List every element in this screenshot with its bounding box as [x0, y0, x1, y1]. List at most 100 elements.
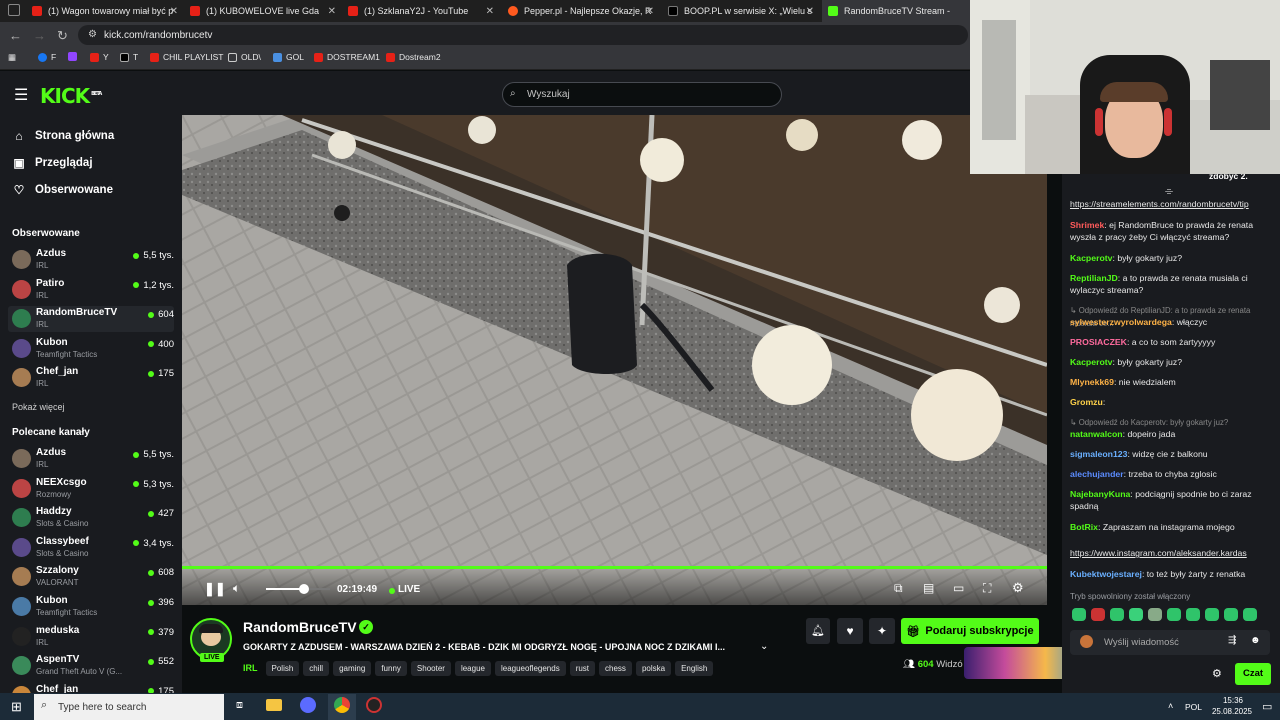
- channel-item[interactable]: Haddzy Slots & Casino 427: [8, 505, 174, 531]
- tag-chip[interactable]: English: [675, 661, 714, 676]
- close-icon[interactable]: ✕: [806, 6, 814, 17]
- bookmark-y[interactable]: Y: [90, 52, 109, 62]
- channel-item[interactable]: RandomBruceTV IRL 604: [8, 306, 174, 333]
- chat-username[interactable]: sigmaleon123: [1070, 449, 1127, 459]
- chevron-down-icon[interactable]: ⌄: [760, 641, 768, 652]
- tag-chip[interactable]: funny: [375, 661, 407, 676]
- channel-item[interactable]: Patiro IRL 1,2 tys.: [8, 277, 174, 303]
- emote-icon[interactable]: [1205, 608, 1219, 621]
- nav-home[interactable]: ⌂ Strona główna: [12, 129, 114, 143]
- nav-browse[interactable]: ▣ Przeglądaj: [12, 156, 92, 170]
- channel-item[interactable]: meduska IRL 379: [8, 624, 174, 650]
- menu-icon[interactable]: ☰: [14, 85, 28, 105]
- category-link[interactable]: IRL: [243, 663, 258, 673]
- theater-icon[interactable]: ▭: [953, 581, 964, 595]
- chat-username[interactable]: Kacperotv: [1070, 357, 1113, 367]
- emote-icon[interactable]: [1224, 608, 1238, 621]
- chat-username[interactable]: Kubektwojestarej: [1070, 569, 1142, 579]
- emote-icon[interactable]: [1243, 608, 1257, 621]
- kick-logo[interactable]: KICK BETA: [40, 84, 102, 108]
- channel-item[interactable]: NEEXcsgo Rozmowy 5,3 tys.: [8, 476, 174, 502]
- bell-icon[interactable]: 🔔︎: [806, 618, 830, 644]
- browser-tab-4[interactable]: Pepper.pl - Najlepsze Okazje, R ✕: [502, 0, 660, 22]
- close-icon[interactable]: ✕: [486, 6, 494, 17]
- settings-icon[interactable]: ⚙: [1012, 580, 1024, 596]
- emote-icon[interactable]: [1072, 608, 1086, 621]
- emote-icon[interactable]: [1148, 608, 1162, 621]
- chat-username[interactable]: Gromzu: [1070, 397, 1103, 407]
- chat-link[interactable]: https://streamelements.com/randombrucetv…: [1070, 199, 1249, 209]
- close-icon[interactable]: ✕: [646, 6, 654, 17]
- close-icon[interactable]: ✕: [170, 6, 178, 17]
- emote-icon[interactable]: [1129, 608, 1143, 621]
- chat-link[interactable]: https://www.instagram.com/aleksander.kar…: [1070, 548, 1247, 558]
- reload-icon[interactable]: ↻: [57, 28, 68, 44]
- bookmark-old[interactable]: OLD\: [228, 52, 261, 62]
- chat-username[interactable]: ReptilianJD: [1070, 273, 1118, 283]
- chat-username[interactable]: NajebanyKuna: [1070, 489, 1130, 499]
- close-icon[interactable]: ✕: [328, 6, 336, 17]
- forward-icon[interactable]: →: [33, 28, 46, 43]
- emote-icon[interactable]: [1167, 608, 1181, 621]
- emoji-icon[interactable]: ☻: [1250, 635, 1261, 646]
- bookmark-dostream2[interactable]: Dostream2: [386, 52, 441, 62]
- discord-icon[interactable]: [300, 697, 316, 713]
- chat-username[interactable]: alechujander: [1070, 469, 1124, 479]
- clip-icon[interactable]: ▤: [923, 581, 934, 595]
- tag-chip[interactable]: chill: [303, 661, 330, 676]
- video-player[interactable]: [182, 115, 1047, 605]
- channel-item[interactable]: Azdus IRL 5,5 tys.: [8, 446, 174, 472]
- chat-input[interactable]: Wyślij wiadomość: [1070, 630, 1270, 655]
- browser-tab-6[interactable]: RandomBruceTV Stream -: [822, 0, 970, 22]
- tag-chip[interactable]: league: [454, 661, 491, 676]
- tab-search-icon[interactable]: [8, 4, 20, 16]
- file-explorer-icon[interactable]: [266, 699, 282, 711]
- chat-username[interactable]: natanwalcon: [1070, 429, 1123, 439]
- chat-username[interactable]: sylwesterzwyrolwardega: [1070, 317, 1172, 327]
- channel-name[interactable]: RandomBruceTV: [243, 619, 357, 635]
- site-info-icon[interactable]: ⚙: [88, 29, 97, 40]
- emote-icon[interactable]: [1110, 608, 1124, 621]
- channel-item[interactable]: Chef_janIRL175: [8, 365, 174, 391]
- chat-username[interactable]: Kacperotv: [1070, 253, 1113, 263]
- sparkle-icon[interactable]: ✦: [869, 618, 895, 644]
- pinned-collapse-icon[interactable]: ⌯: [1165, 186, 1173, 197]
- clock-time[interactable]: 15:36: [1218, 696, 1248, 705]
- gift-sub-button[interactable]: 🎁︎ Podaruj subskrypcje: [901, 618, 1039, 644]
- channel-item[interactable]: Kubon Teamfight Tactics 400: [8, 336, 174, 362]
- browser-tab-3[interactable]: (1) SzklanaY2J - YouTube ✕: [342, 0, 500, 22]
- url-field[interactable]: kick.com/randombrucetv: [78, 25, 968, 45]
- chat-username[interactable]: Mlynekk69: [1070, 377, 1114, 387]
- emote-icon[interactable]: [1186, 608, 1200, 621]
- browser-tab-5[interactable]: BOOP.PL w serwisie X: „Wielu s ✕: [662, 0, 820, 22]
- bookmark-dostream1[interactable]: DOSTREAM1: [314, 52, 380, 62]
- tray-chevron-icon[interactable]: ˄: [1168, 701, 1173, 711]
- pause-icon[interactable]: ❚❚: [204, 581, 226, 597]
- bookmark-f[interactable]: F: [38, 52, 56, 62]
- channel-item[interactable]: AspenTV Grand Theft Auto V (G... 552: [8, 653, 174, 679]
- chat-username[interactable]: BotRix: [1070, 522, 1098, 532]
- chrome-icon[interactable]: [334, 697, 350, 713]
- emote-icon[interactable]: [1091, 608, 1105, 621]
- follow-heart-icon[interactable]: ♥: [837, 618, 863, 644]
- tag-chip[interactable]: polska: [635, 661, 672, 676]
- taskbar-search[interactable]: Type here to search: [34, 694, 224, 720]
- fullscreen-icon[interactable]: ⛶: [983, 581, 991, 596]
- apps-icon[interactable]: ▦: [8, 52, 16, 63]
- bookmark-gol[interactable]: GOL: [273, 52, 304, 62]
- chat-username[interactable]: PROSIACZEK: [1070, 337, 1127, 347]
- search-input[interactable]: Wyszukaj: [502, 82, 782, 107]
- chat-username[interactable]: Shrimek: [1070, 220, 1104, 230]
- notification-icon[interactable]: ▭: [1262, 700, 1272, 713]
- language-indicator[interactable]: POL: [1185, 702, 1202, 712]
- bookmark-t[interactable]: T: [120, 52, 138, 62]
- tag-chip[interactable]: Polish: [265, 661, 300, 676]
- channel-item[interactable]: Szzalony VALORANT 608: [8, 564, 174, 590]
- volume-slider[interactable]: [266, 588, 330, 590]
- pip-icon[interactable]: ⧉: [894, 581, 903, 596]
- back-icon[interactable]: ←: [9, 28, 22, 43]
- channel-item[interactable]: Chef_janIRL175: [8, 683, 174, 693]
- channel-item[interactable]: Azdus IRL 5,5 tys.: [8, 247, 174, 273]
- obs-icon[interactable]: [366, 697, 382, 713]
- show-more-link[interactable]: Pokaż więcej: [12, 402, 65, 412]
